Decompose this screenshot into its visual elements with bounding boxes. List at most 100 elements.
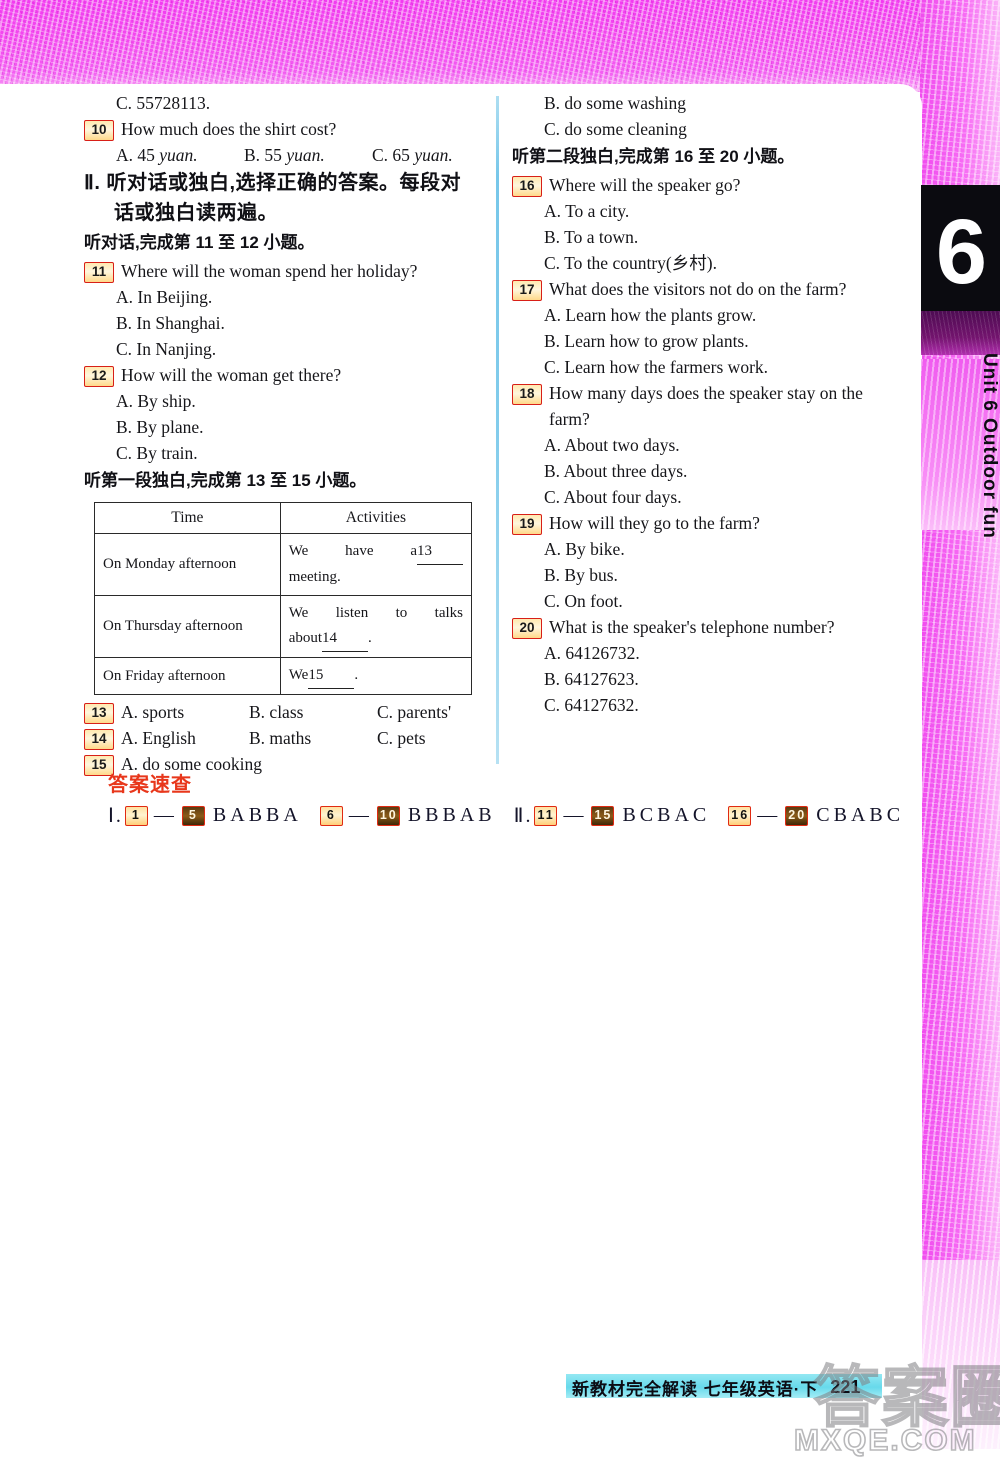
answer-range-end-badge: 10 [376,805,400,826]
question-13: 13 A. sports B. class C. parents' [84,699,482,725]
unit-tab-number: 6 [935,201,987,303]
option-c: C. pets [377,728,426,748]
cell-activity: We15. [279,657,473,695]
option-a: A. About two days. [544,435,680,455]
option-a: A. By bike. [544,539,625,559]
answer-range-dash: — [153,804,176,826]
option-b: B. class [249,702,304,722]
answer-blank: 15 [308,663,355,689]
answer-range-end-badge: 20 [785,805,809,826]
option-c: C. In Nanjing. [116,339,217,359]
monologue-1-instruction: 听第一段独白,完成第 13 至 15 小题。 [84,471,367,490]
question-16: 16 Where will the speaker go? [512,172,910,198]
option-b: B. 64127623. [544,669,639,689]
answer-key-title: 答案速查 [108,774,192,796]
question-stem: How will the woman get there? [121,365,342,385]
option-b: B. maths [249,728,312,748]
option-c: C. About four days. [544,487,682,507]
scan-top-edge [0,0,1000,92]
cell-time: On Monday afternoon [94,533,281,596]
table-row: On Monday afternoon We have a13 meeting. [94,533,473,596]
footer-book-title: 新教材完全解读 七年级英语·下 [572,1379,819,1399]
answer-range-end-badge: 15 [591,805,615,826]
column-header-time: Time [94,502,281,534]
question-number-badge: 17 [512,280,542,301]
option-b: B. To a town. [544,227,639,247]
option-a: A. English [121,728,196,748]
answer-group-roman: Ⅰ. [108,805,123,827]
question-stem: What does the visitors not do on the far… [549,279,847,299]
scan-right-edge-fade [920,1260,1000,1449]
question-stem: Where will the speaker go? [549,175,741,195]
answer-letters: BCBAC [622,804,711,826]
page-content: C. 55728113. 10 How much does the shirt … [0,84,922,784]
answer-range-start-badge: 16 [728,805,752,826]
table-row: On Friday afternoon We15. [94,657,473,695]
question-number-badge: 11 [84,262,114,283]
question-number-badge: 13 [84,703,114,724]
q15-option-c: C. do some cleaning [544,119,687,139]
option-a: A. Learn how the plants grow. [544,305,757,325]
option-b: B. In Shanghai. [116,313,225,333]
answer-range-dash: — [348,804,371,826]
answer-range-end-badge: 5 [181,805,205,826]
answer-range-dash: — [563,804,586,826]
question-stem: Where will the woman spend her holiday? [121,261,418,281]
question-20: 20 What is the speaker's telephone numbe… [512,614,910,640]
q10-options: A. 45 yuan. B. 55 yuan. C. 65 yuan. [84,142,482,168]
option-c: C. 65 yuan. [372,145,453,165]
question-number-badge: 20 [512,618,542,639]
option-a: A. sports [121,702,185,722]
dialogue-instruction: 听对话,完成第 11 至 12 小题。 [84,233,315,252]
schedule-table: Time Activities On Monday afternoon We h… [94,502,473,695]
unit-tab-label: Unit 6 Outdoor fun [979,353,1000,539]
option-c: C. Learn how the farmers work. [544,357,769,377]
q9-option-c: C. 55728113. [116,93,211,113]
option-c: C. By train. [116,443,198,463]
question-stem: How will they go to the farm? [549,513,760,533]
cell-activity: We have a13 meeting. [279,533,473,596]
table-row: On Thursday afternoon We listen to talks… [94,595,473,658]
activity-line2: about14. [289,626,463,652]
answer-range-start-badge: 11 [534,805,558,826]
answer-letters: BABBA [212,804,302,826]
activity-line1: We have a13 [289,539,463,565]
footer-page-number: 221 [830,1376,861,1397]
answer-range-dash: — [757,804,780,826]
answer-blank: 13 [417,539,463,565]
answer-range-start-badge: 6 [319,805,343,826]
cell-time: On Thursday afternoon [94,595,281,658]
question-10: 10 How much does the shirt cost? [84,116,482,142]
answer-letters: BBBAB [407,804,496,826]
q15-option-b: B. do some washing [544,93,686,113]
answer-range-start-badge: 1 [124,805,148,826]
question-17: 17 What does the visitors not do on the … [512,276,910,302]
right-column: B. do some washing C. do some cleaning 听… [512,90,910,718]
question-18: 18 How many days does the speaker stay o… [512,380,910,432]
activity-line1: We15. [289,663,463,689]
option-a: A. 45 yuan. [116,145,198,165]
option-c: C. 64127632. [544,695,639,715]
question-number-badge: 16 [512,176,542,197]
question-number-badge: 12 [84,366,114,387]
question-19: 19 How will they go to the farm? [512,510,910,536]
option-b: B. 55 yuan. [244,145,325,165]
question-stem: What is the speaker's telephone number? [549,617,835,637]
left-column: C. 55728113. 10 How much does the shirt … [84,90,482,777]
option-b: B. About three days. [544,461,688,481]
unit-tab-gradient-block [921,311,1000,355]
option-b: B. By plane. [116,417,204,437]
question-11: 11 Where will the woman spend her holida… [84,258,482,284]
option-a: A. To a city. [544,201,630,221]
option-a: A. By ship. [116,391,196,411]
column-header-activities: Activities [279,502,473,534]
cell-activity: We listen to talks about14. [279,595,473,658]
section-2-heading-line2: 话或独白读两遍。 [114,202,278,224]
column-divider [496,96,499,764]
answer-key-section: 答案速查 Ⅰ. 1 — 5 BABBA 6 — 10 BBBAB Ⅱ. 11 —… [108,768,900,828]
option-c: C. To the country(乡村). [544,253,717,273]
option-c: C. On foot. [544,591,623,611]
question-number-badge: 14 [84,729,114,750]
cell-time: On Friday afternoon [94,657,281,695]
answer-key-line: Ⅰ. 1 — 5 BABBA 6 — 10 BBBAB Ⅱ. 11 — 15 B… [108,803,900,828]
